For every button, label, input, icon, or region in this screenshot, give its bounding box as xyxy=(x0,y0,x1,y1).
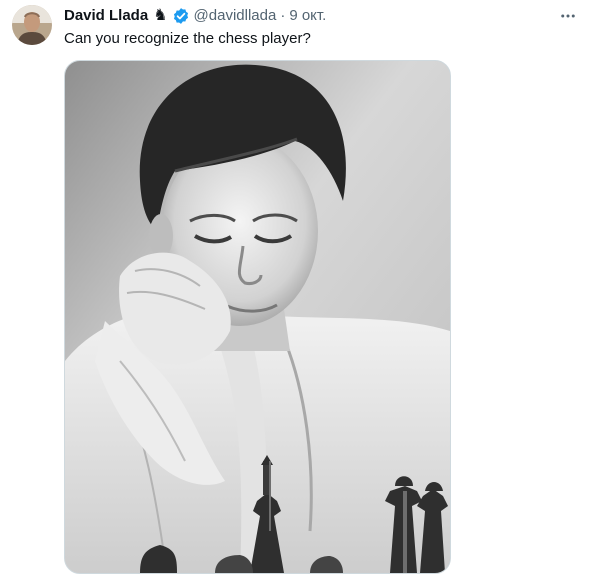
avatar[interactable] xyxy=(12,5,52,45)
avatar-photo xyxy=(12,5,52,45)
knight-emoji: ♞ xyxy=(153,7,168,24)
tweet-date[interactable]: 9 окт. xyxy=(289,6,326,26)
tweet-photo[interactable] xyxy=(64,60,451,574)
author-handle[interactable]: @davidllada xyxy=(194,6,277,26)
tweet-header: David Llada ♞ @davidllada · 9 окт. xyxy=(64,6,326,26)
tweet-text: Can you recognize the chess player? xyxy=(64,30,311,47)
verified-badge-icon xyxy=(172,7,190,25)
chess-player-photo xyxy=(65,61,450,573)
tweet: David Llada ♞ @davidllada · 9 окт. Can y… xyxy=(0,0,592,585)
more-options-button[interactable] xyxy=(558,6,578,26)
more-horizontal-icon xyxy=(561,14,575,18)
author-name[interactable]: David Llada xyxy=(64,6,148,26)
separator-dot: · xyxy=(280,7,286,24)
